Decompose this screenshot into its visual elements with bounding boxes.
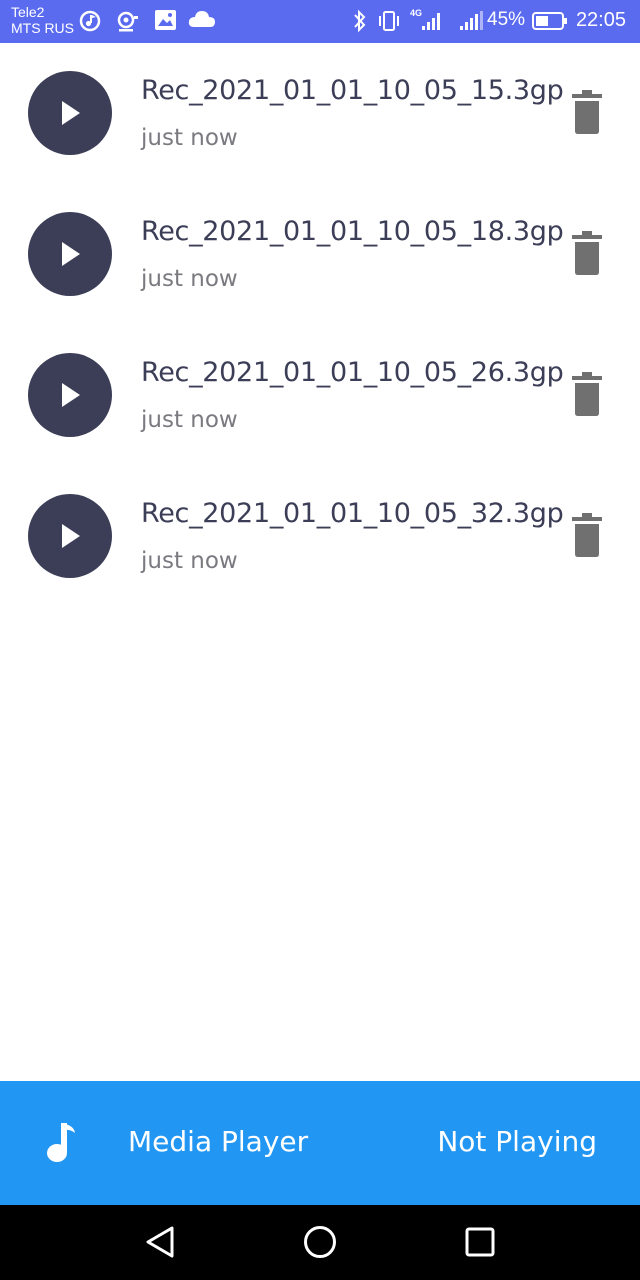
tracking-app-icon xyxy=(116,10,140,37)
recording-time: just now xyxy=(141,125,238,151)
battery-percent: 45% xyxy=(487,9,526,30)
carrier-name-1: Tele2 xyxy=(11,4,45,20)
play-button[interactable] xyxy=(28,212,112,296)
recording-time: just now xyxy=(141,266,238,292)
delete-button[interactable] xyxy=(566,371,608,417)
list-item[interactable]: Rec_2021_01_01_10_05_18.3gp just now xyxy=(0,184,640,325)
vibrate-icon xyxy=(376,10,402,37)
recording-name: Rec_2021_01_01_10_05_15.3gp xyxy=(141,75,564,106)
back-icon[interactable] xyxy=(144,1225,176,1264)
status-bar: Tele2 MTS RUS 4G 45% 22:05 xyxy=(0,0,640,43)
music-note-icon xyxy=(44,1121,80,1168)
clock: 22:05 xyxy=(575,9,626,31)
trash-icon xyxy=(572,231,602,275)
trash-icon xyxy=(572,372,602,416)
recents-icon[interactable] xyxy=(464,1225,496,1264)
recording-name: Rec_2021_01_01_10_05_32.3gp xyxy=(141,498,564,529)
play-button[interactable] xyxy=(28,71,112,155)
play-icon xyxy=(62,524,80,548)
media-player-bar[interactable]: Media Player Not Playing xyxy=(0,1081,640,1205)
delete-button[interactable] xyxy=(566,512,608,558)
battery-icon xyxy=(532,12,568,35)
gallery-icon xyxy=(155,10,176,35)
recording-name: Rec_2021_01_01_10_05_18.3gp xyxy=(141,216,564,247)
signal-icon xyxy=(458,10,484,37)
play-icon xyxy=(62,101,80,125)
network-badge: 4G xyxy=(410,8,423,18)
play-button[interactable] xyxy=(28,353,112,437)
signal-4g-icon: 4G xyxy=(408,8,442,39)
trash-icon xyxy=(572,90,602,134)
recordings-list: Rec_2021_01_01_10_05_15.3gp just now Rec… xyxy=(0,43,640,607)
player-status: Not Playing xyxy=(437,1125,597,1158)
home-icon[interactable] xyxy=(303,1225,337,1264)
trash-icon xyxy=(572,513,602,557)
player-title: Media Player xyxy=(128,1125,309,1158)
bluetooth-icon xyxy=(352,9,368,38)
recording-time: just now xyxy=(141,407,238,433)
music-app-icon xyxy=(79,10,101,37)
play-button[interactable] xyxy=(28,494,112,578)
carrier-info: Tele2 MTS RUS xyxy=(11,4,74,36)
delete-button[interactable] xyxy=(566,230,608,276)
navigation-bar xyxy=(0,1205,640,1280)
carrier-name-2: MTS RUS xyxy=(11,20,74,36)
recording-time: just now xyxy=(141,548,238,574)
play-icon xyxy=(62,383,80,407)
play-icon xyxy=(62,242,80,266)
list-item[interactable]: Rec_2021_01_01_10_05_15.3gp just now xyxy=(0,43,640,184)
list-item[interactable]: Rec_2021_01_01_10_05_26.3gp just now xyxy=(0,325,640,466)
list-item[interactable]: Rec_2021_01_01_10_05_32.3gp just now xyxy=(0,466,640,607)
delete-button[interactable] xyxy=(566,89,608,135)
recording-name: Rec_2021_01_01_10_05_26.3gp xyxy=(141,357,564,388)
cloud-icon xyxy=(188,10,216,33)
